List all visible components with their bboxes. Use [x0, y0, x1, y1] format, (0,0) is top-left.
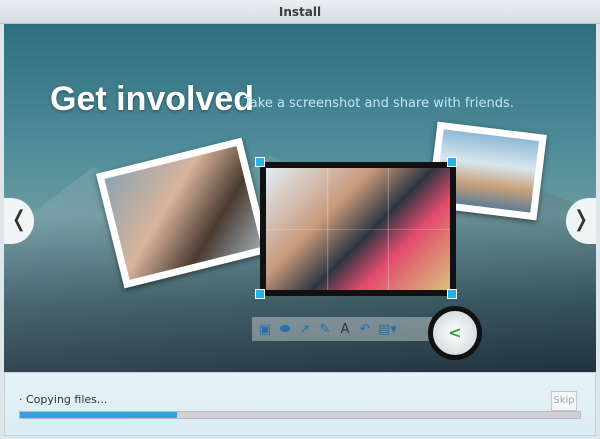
slide-heading: Get involved: [50, 80, 255, 118]
progress-fill: [20, 412, 177, 418]
text-icon: A: [340, 321, 350, 337]
selection-handle: [255, 289, 265, 299]
share-icon: <: [428, 306, 482, 360]
progress-panel: · Copying files... Skip: [4, 372, 596, 436]
status-label: Copying files...: [26, 393, 108, 406]
slide-subheading: Take a screenshot and share with friends…: [244, 96, 514, 111]
selection-handle: [447, 289, 457, 299]
slideshow: Get involved Take a screenshot and share…: [4, 24, 596, 372]
skip-button[interactable]: Skip: [551, 391, 577, 411]
status-text: · Copying files...: [19, 393, 108, 406]
ellipse-icon: ⬬: [279, 321, 291, 337]
selection-handle: [255, 157, 265, 167]
rectangle-icon: ▣: [258, 321, 272, 337]
selection-handle: [447, 157, 457, 167]
screenshot-toolbar: ▣ ⬬ ➚ ✎ A ↶ ▤▾: [252, 317, 432, 341]
arrow-icon: ➚: [299, 321, 311, 337]
save-icon: ▤▾: [378, 321, 397, 337]
window-title: Install: [0, 0, 600, 24]
undo-icon: ↶: [359, 321, 371, 337]
pen-icon: ✎: [319, 321, 331, 337]
progress-bar: [19, 411, 581, 419]
screenshot-selection: [260, 162, 456, 296]
